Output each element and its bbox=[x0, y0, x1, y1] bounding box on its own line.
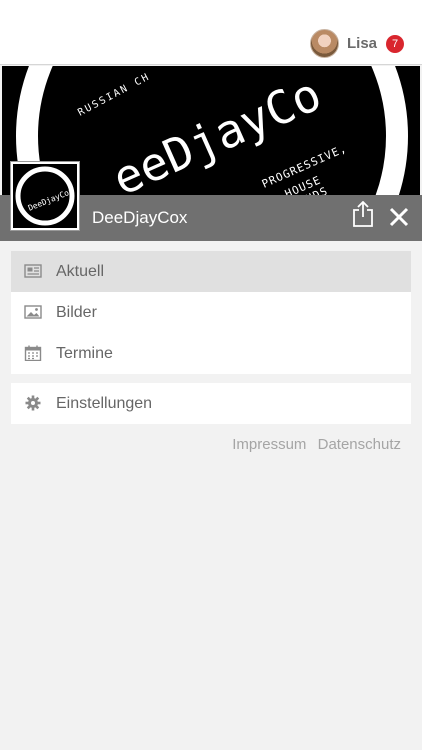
menu-item-termine[interactable]: Termine bbox=[11, 333, 411, 374]
menu-item-label: Aktuell bbox=[56, 262, 105, 280]
top-bar: Lisa 7 bbox=[0, 0, 422, 65]
close-icon bbox=[389, 207, 409, 227]
page-title: DeeDjayCox bbox=[92, 208, 188, 227]
calendar-icon bbox=[24, 345, 42, 361]
menu-item-label: Termine bbox=[56, 344, 113, 362]
menu-item-bilder[interactable]: Bilder bbox=[11, 292, 411, 333]
share-icon bbox=[353, 200, 373, 227]
close-button[interactable] bbox=[388, 206, 410, 228]
menu-item-label: Bilder bbox=[56, 303, 97, 321]
settings-menu: Einstellungen bbox=[11, 383, 411, 424]
share-button[interactable] bbox=[352, 200, 374, 227]
menu-item-einstellungen[interactable]: Einstellungen bbox=[11, 383, 411, 424]
footer-links: Impressum Datenschutz bbox=[225, 436, 401, 453]
impressum-link[interactable]: Impressum bbox=[232, 436, 306, 453]
settings-label: Einstellungen bbox=[56, 394, 153, 412]
main-menu: Aktuell Bilder Termine bbox=[11, 251, 411, 374]
gear-icon bbox=[25, 395, 41, 411]
user-menu[interactable]: Lisa 7 bbox=[309, 29, 404, 58]
notification-badge[interactable]: 7 bbox=[386, 34, 404, 53]
newspaper-icon bbox=[24, 264, 42, 278]
menu-item-aktuell[interactable]: Aktuell bbox=[11, 251, 411, 292]
page-logo: DeeDjayCox bbox=[10, 161, 80, 231]
user-name[interactable]: Lisa bbox=[347, 35, 377, 52]
image-icon bbox=[24, 305, 42, 319]
datenschutz-link[interactable]: Datenschutz bbox=[318, 436, 401, 453]
avatar[interactable] bbox=[309, 29, 339, 58]
